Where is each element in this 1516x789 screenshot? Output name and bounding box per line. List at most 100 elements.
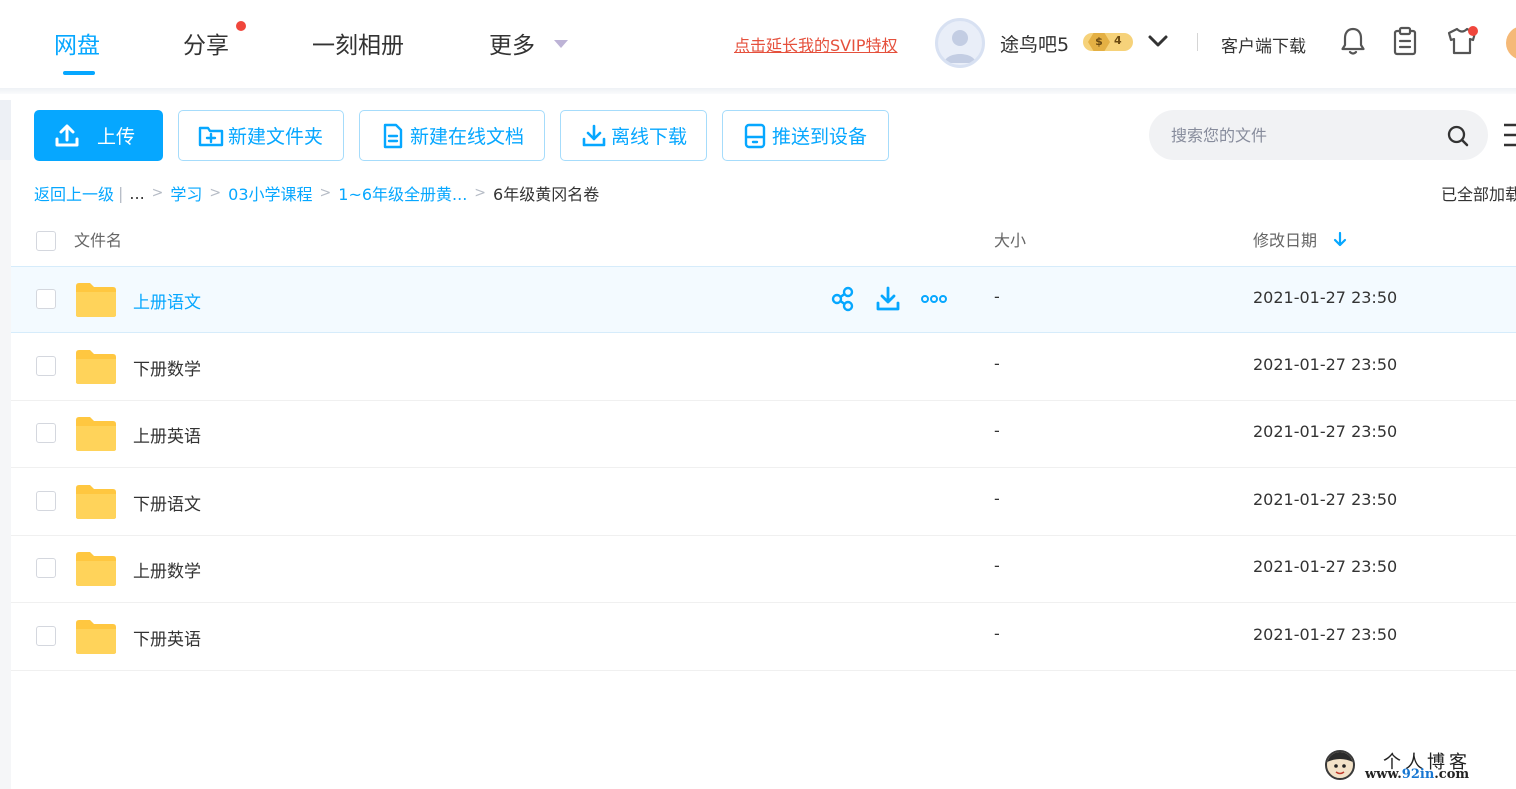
breadcrumb-current: 6年级黄冈名卷	[493, 185, 600, 204]
breadcrumb-separator: >	[209, 185, 222, 201]
upload-button[interactable]: 上传	[34, 110, 163, 161]
bell-icon[interactable]	[1340, 26, 1366, 56]
vip-symbol: $	[1088, 33, 1110, 51]
breadcrumb-ellipsis[interactable]: ...	[129, 184, 144, 203]
file-name[interactable]: 上册语文	[133, 288, 201, 313]
table-row[interactable]: 下册语文 - 2021-01-27 23:50	[11, 469, 1516, 536]
search-icon[interactable]	[1446, 124, 1470, 148]
folder-icon	[76, 552, 116, 586]
new-online-doc-label: 新建在线文档	[410, 126, 525, 148]
nav-tab-netdisk[interactable]: 网盘	[54, 26, 100, 60]
folder-add-icon	[198, 126, 224, 146]
file-name[interactable]: 下册数学	[133, 355, 201, 380]
nav-active-indicator	[63, 71, 95, 75]
select-all-checkbox[interactable]	[36, 231, 56, 251]
share-icon[interactable]	[829, 286, 855, 312]
file-name[interactable]: 下册英语	[133, 625, 201, 650]
file-size: -	[994, 624, 1000, 643]
watermark-url-prefix: www.	[1365, 767, 1402, 782]
column-header-name[interactable]: 文件名	[74, 227, 122, 251]
left-sidebar-edge	[0, 100, 11, 789]
watermark-url-highlight: 92in	[1401, 767, 1435, 782]
file-date: 2021-01-27 23:50	[1253, 288, 1398, 307]
client-download-link[interactable]: 客户端下载	[1221, 32, 1306, 57]
svip-renew-link[interactable]: 点击延长我的SVIP特权	[734, 32, 897, 56]
divider	[1197, 33, 1198, 51]
nav-tab-album[interactable]: 一刻相册	[312, 26, 404, 60]
search-input[interactable]	[1171, 123, 1441, 147]
file-date: 2021-01-27 23:50	[1253, 490, 1398, 509]
column-header-date[interactable]: 修改日期	[1253, 227, 1317, 251]
file-size: -	[994, 556, 1000, 575]
breadcrumb-separator: >	[474, 185, 487, 201]
more-action[interactable]	[921, 286, 947, 316]
load-status: 已全部加载	[1441, 185, 1516, 204]
breadcrumb-link-grades[interactable]: 1~6年级全册黄...	[338, 181, 467, 205]
table-row[interactable]: 上册英语 - 2021-01-27 23:50	[11, 401, 1516, 468]
more-dots-icon[interactable]	[921, 286, 947, 312]
clipboard-icon[interactable]	[1393, 26, 1417, 56]
skin-notification-dot	[1468, 26, 1478, 36]
new-folder-button[interactable]: 新建文件夹	[178, 110, 344, 161]
row-checkbox[interactable]	[36, 356, 56, 376]
watermark-logo	[1325, 750, 1355, 780]
breadcrumb-separator: >	[319, 185, 332, 201]
device-icon	[744, 123, 766, 148]
table-row[interactable]: 上册语文 - 2021-01-27 23:50	[11, 266, 1516, 333]
file-name[interactable]: 上册英语	[133, 422, 201, 447]
download-action[interactable]	[875, 286, 901, 316]
watermark-url: www.92in.com	[1365, 767, 1469, 782]
new-online-doc-button[interactable]: 新建在线文档	[359, 110, 545, 161]
breadcrumb-back-link[interactable]: 返回上一级	[34, 181, 114, 205]
share-notification-dot	[236, 21, 246, 31]
activity-icon[interactable]	[1506, 26, 1516, 60]
column-header-size[interactable]: 大小	[994, 227, 1026, 251]
caret-down-icon[interactable]	[554, 40, 568, 48]
folder-icon	[76, 485, 116, 519]
folder-icon	[76, 283, 116, 317]
avatar[interactable]	[935, 18, 985, 68]
vip-level: 4	[1114, 34, 1122, 47]
file-size: -	[994, 421, 1000, 440]
file-name[interactable]: 下册语文	[133, 490, 201, 515]
cartoon-face-icon	[1327, 752, 1353, 775]
list-view-icon[interactable]	[1504, 122, 1516, 148]
file-size: -	[994, 354, 1000, 373]
folder-icon	[76, 350, 116, 384]
file-date: 2021-01-27 23:50	[1253, 557, 1398, 576]
file-date: 2021-01-27 23:50	[1253, 422, 1398, 441]
breadcrumb-link-primary-course[interactable]: 03小学课程	[228, 181, 312, 205]
download-icon[interactable]	[875, 286, 901, 312]
username[interactable]: 途鸟吧5	[1000, 30, 1069, 57]
top-navigation: 网盘 分享 一刻相册 更多 点击延长我的SVIP特权 途鸟吧5 $ 4 客户端下…	[0, 0, 1516, 88]
document-icon	[383, 123, 403, 148]
breadcrumb: 返回上一级 | ... > 学习 > 03小学课程 > 1~6年级全册黄... …	[34, 181, 599, 205]
breadcrumb-link-study[interactable]: 学习	[170, 181, 202, 205]
user-silhouette-icon	[944, 30, 976, 63]
nav-tab-share[interactable]: 分享	[183, 26, 229, 60]
share-action[interactable]	[829, 286, 855, 316]
search-box[interactable]	[1149, 110, 1488, 160]
chevron-down-icon[interactable]	[1147, 33, 1169, 49]
breadcrumb-divider: |	[118, 183, 124, 203]
row-checkbox[interactable]	[36, 626, 56, 646]
watermark-url-suffix: .com	[1434, 767, 1470, 782]
push-to-device-button[interactable]: 推送到设备	[722, 110, 889, 161]
table-row[interactable]: 上册数学 - 2021-01-27 23:50	[11, 536, 1516, 603]
table-row[interactable]: 下册数学 - 2021-01-27 23:50	[11, 334, 1516, 401]
row-checkbox[interactable]	[36, 289, 56, 309]
sidebar-highlight	[0, 100, 11, 160]
nav-tab-more[interactable]: 更多	[489, 26, 535, 60]
row-checkbox[interactable]	[36, 423, 56, 443]
file-name[interactable]: 上册数学	[133, 557, 201, 582]
row-checkbox[interactable]	[36, 491, 56, 511]
offline-download-label: 离线下载	[611, 126, 688, 148]
push-to-device-label: 推送到设备	[772, 126, 868, 148]
sort-down-arrow-icon[interactable]	[1333, 231, 1347, 249]
row-checkbox[interactable]	[36, 558, 56, 578]
table-row[interactable]: 下册英语 - 2021-01-27 23:50	[11, 604, 1516, 671]
row-actions	[829, 286, 967, 316]
offline-download-button[interactable]: 离线下载	[560, 110, 707, 161]
file-date: 2021-01-27 23:50	[1253, 355, 1398, 374]
file-date: 2021-01-27 23:50	[1253, 625, 1398, 644]
